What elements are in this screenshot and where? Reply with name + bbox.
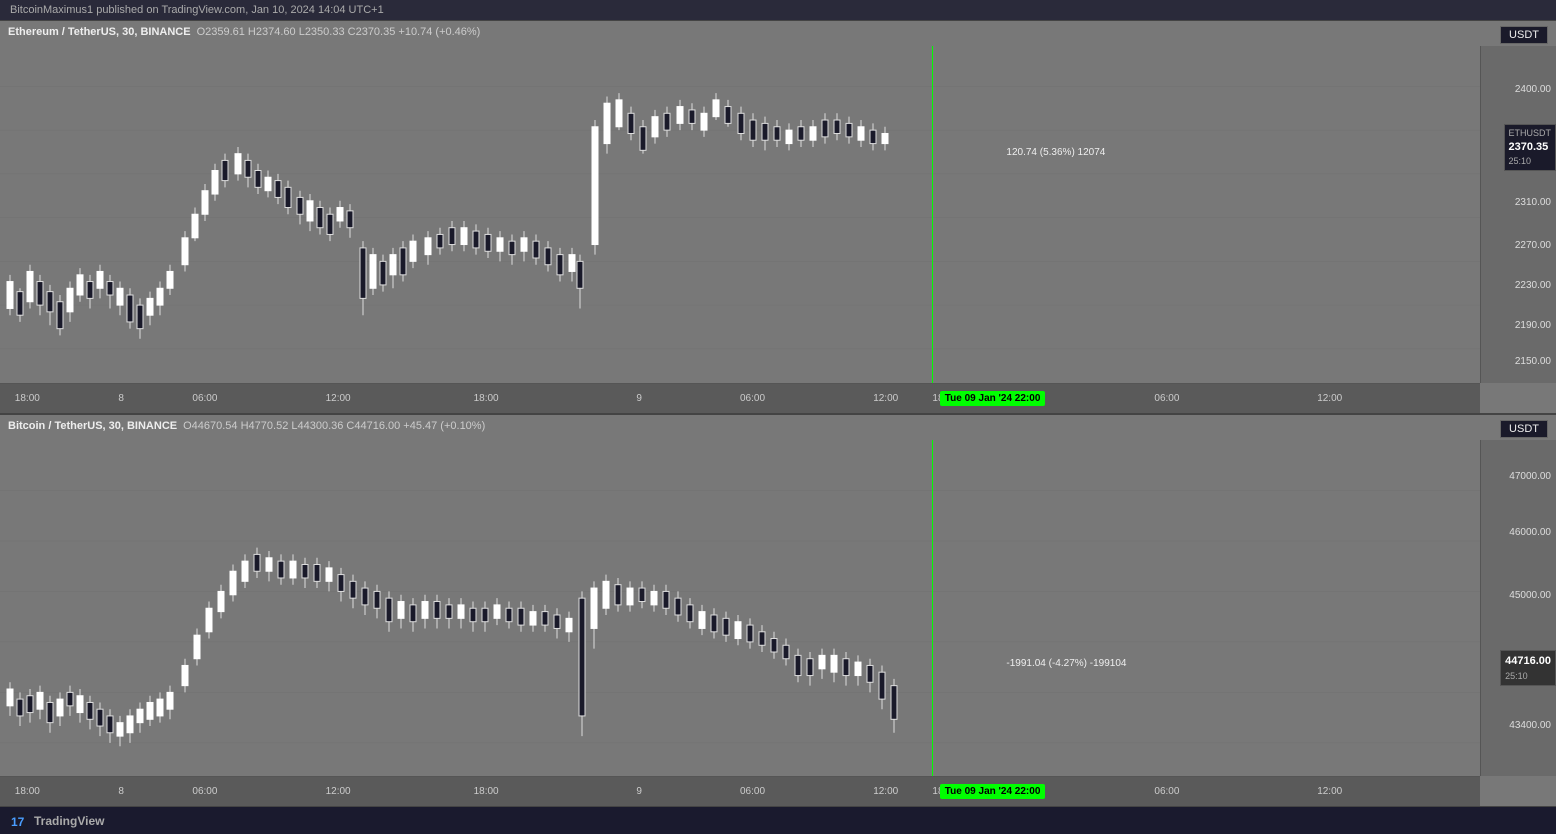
eth-vertical-line (932, 46, 933, 383)
eth-ohlc: O2359.61 H2374.60 L2350.33 C2370.35 +10.… (197, 26, 481, 38)
btc-price-43400: 43400.00 (1509, 720, 1551, 731)
eth-time-0600-1: 06:00 (192, 393, 217, 404)
eth-info-bar: Ethereum / TetherUS, 30, BINANCE O2359.6… (8, 26, 480, 38)
btc-price-axis: 47000.00 46000.00 45000.00 44000.00 4340… (1480, 440, 1556, 777)
btc-annotation: -1991.04 (-4.27%) -199104 (1006, 658, 1126, 669)
eth-time-1200-2: 12:00 (873, 393, 898, 404)
eth-price-axis: 2400.00 2370.00 2350.00 2310.00 2270.00 … (1480, 46, 1556, 383)
eth-annotation: 120.74 (5.36%) 12074 (1006, 147, 1105, 158)
charts-wrapper: Ethereum / TetherUS, 30, BINANCE O2359.6… (0, 21, 1556, 806)
btc-time-0600-1: 06:00 (192, 786, 217, 797)
eth-price-2230: 2230.00 (1515, 280, 1551, 291)
btc-chart-area: -1991.04 (-4.27%) -199104 (0, 440, 1480, 777)
btc-usdt-badge: USDT (1500, 420, 1548, 438)
eth-price-2310: 2310.00 (1515, 197, 1551, 208)
btc-chart-panel: Bitcoin / TetherUS, 30, BINANCE O44670.5… (0, 415, 1556, 807)
tv-brand-text: TradingView (34, 814, 104, 828)
header-bar: BitcoinMaximus1 published on TradingView… (0, 0, 1556, 21)
eth-time-1800-2: 18:00 (474, 393, 499, 404)
btc-time-axis: 18:00 8 06:00 12:00 18:00 9 06:00 12:00 … (0, 776, 1480, 806)
btc-date-8: 8 (118, 786, 124, 797)
eth-time-1200-1: 12:00 (326, 393, 351, 404)
btc-price-46000: 46000.00 (1509, 527, 1551, 538)
tv-icon: 17 (10, 812, 28, 830)
eth-time-highlight: Tue 09 Jan '24 22:00 (940, 391, 1046, 406)
eth-date-8: 8 (118, 393, 124, 404)
eth-time-0600-3: 06:00 (1154, 393, 1179, 404)
btc-ohlc: O44670.54 H4770.52 L44300.36 C44716.00 +… (183, 420, 485, 432)
btc-time-1200-1: 12:00 (326, 786, 351, 797)
btc-time-highlight: Tue 09 Jan '24 22:00 (940, 784, 1046, 799)
btc-time-1200-2: 12:00 (873, 786, 898, 797)
eth-time-1800-1: 18:00 (15, 393, 40, 404)
btc-time-0600-2: 06:00 (740, 786, 765, 797)
btc-current-price-tag: 44716.00 25:10 (1500, 650, 1556, 686)
btc-time-1200-3: 12:00 (1317, 786, 1342, 797)
btc-price-47000: 47000.00 (1509, 471, 1551, 482)
eth-current-price-tag: ETHUSDT 2370.35 25:10 (1504, 124, 1556, 171)
footer-bar: 17 TradingView (0, 806, 1556, 834)
eth-price-2190: 2190.00 (1515, 320, 1551, 331)
btc-time-0600-3: 06:00 (1154, 786, 1179, 797)
svg-text:17: 17 (11, 815, 25, 829)
eth-price-2150: 2150.00 (1515, 356, 1551, 367)
eth-time-0600-2: 06:00 (740, 393, 765, 404)
publisher-text: BitcoinMaximus1 published on TradingView… (10, 4, 384, 16)
eth-date-9: 9 (636, 393, 642, 404)
eth-chart-panel: Ethereum / TetherUS, 30, BINANCE O2359.6… (0, 21, 1556, 415)
btc-time-1800-2: 18:00 (474, 786, 499, 797)
btc-vertical-line (932, 440, 933, 777)
btc-time-1800-1: 18:00 (15, 786, 40, 797)
btc-symbol: Bitcoin / TetherUS, 30, BINANCE (8, 420, 177, 432)
btc-candles-svg (0, 440, 1480, 777)
eth-time-1200-3: 12:00 (1317, 393, 1342, 404)
eth-symbol: Ethereum / TetherUS, 30, BINANCE (8, 26, 191, 38)
btc-date-9: 9 (636, 786, 642, 797)
eth-price-2270: 2270.00 (1515, 240, 1551, 251)
eth-price-2400: 2400.00 (1515, 84, 1551, 95)
eth-candles-svg (0, 46, 1480, 383)
eth-time-axis: 18:00 8 06:00 12:00 18:00 9 06:00 12:00 … (0, 383, 1480, 413)
eth-chart-area: 120.74 (5.36%) 12074 (0, 46, 1480, 383)
btc-price-45000: 45000.00 (1509, 590, 1551, 601)
btc-info-bar: Bitcoin / TetherUS, 30, BINANCE O44670.5… (8, 420, 485, 432)
tv-logo: 17 TradingView (10, 812, 104, 830)
eth-usdt-badge: USDT (1500, 26, 1548, 44)
